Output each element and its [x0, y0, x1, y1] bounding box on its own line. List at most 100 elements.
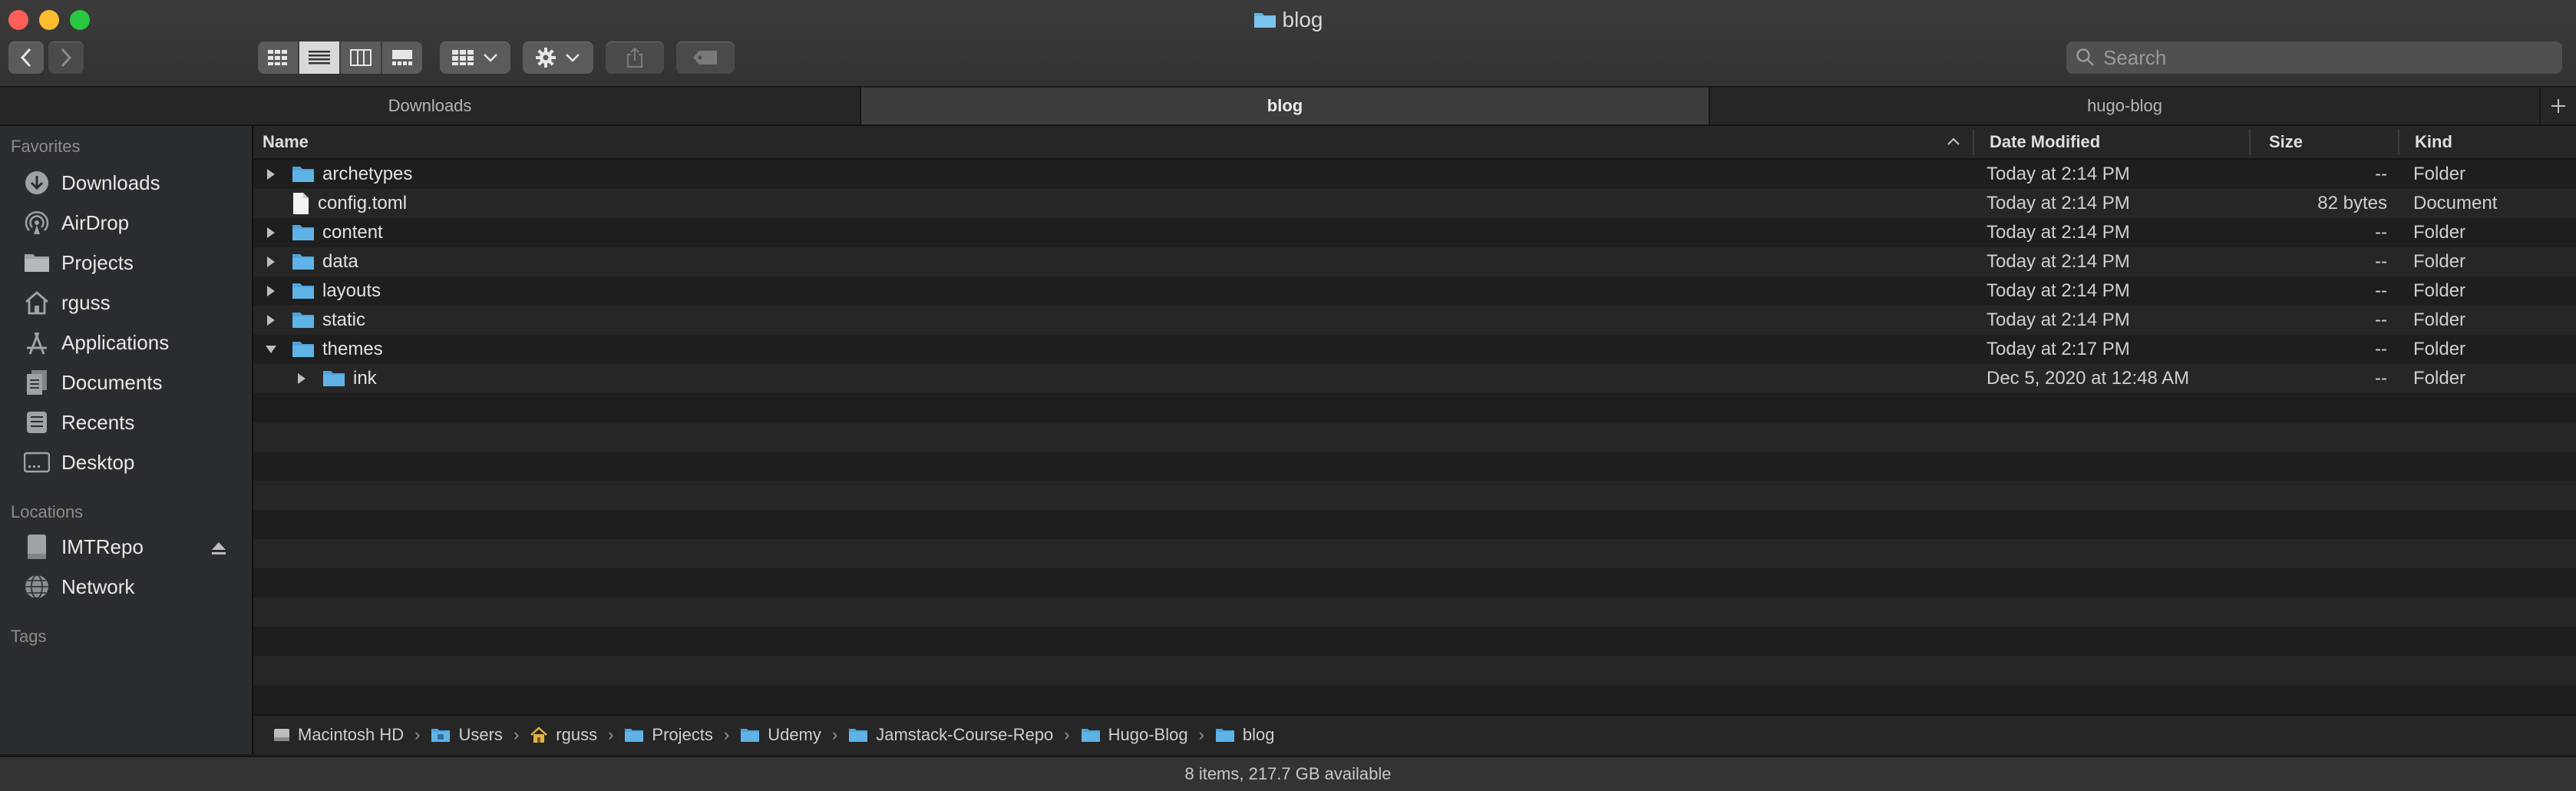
documents-icon — [23, 369, 51, 396]
file-row[interactable]: data Today at 2:14 PM -- Folder — [253, 247, 2576, 276]
downloads-icon — [23, 169, 51, 197]
sidebar-item-documents[interactable]: Documents — [23, 366, 163, 399]
search-placeholder: Search — [2103, 45, 2167, 69]
group-by-button[interactable] — [440, 41, 510, 74]
sidebar-item-label: Projects — [61, 250, 134, 274]
path-item-label: Macintosh HD — [298, 725, 405, 744]
kind-cell: Document — [2413, 193, 2498, 213]
column-divider[interactable] — [2398, 129, 2399, 155]
size-cell: -- — [2375, 280, 2387, 301]
column-date-header[interactable]: Date Modified — [1990, 126, 2100, 158]
file-name: static — [322, 309, 366, 330]
disclosure-triangle-collapsed-icon[interactable] — [263, 226, 279, 240]
path-separator-icon: › — [1064, 725, 1070, 744]
file-name-cell[interactable]: layouts — [263, 276, 381, 306]
eject-icon[interactable] — [210, 541, 227, 560]
title-bar: blog Search — [0, 0, 2576, 88]
tags-header: Tags — [11, 627, 47, 646]
file-row[interactable]: static Today at 2:14 PM -- Folder — [253, 306, 2576, 335]
tab-hugo-blog[interactable]: hugo-blog — [1710, 88, 2541, 124]
disclosure-triangle-expanded-icon[interactable] — [263, 344, 279, 355]
file-row[interactable]: content Today at 2:14 PM -- Folder — [253, 218, 2576, 247]
folder-icon — [322, 369, 345, 388]
file-name-cell[interactable]: themes — [263, 335, 383, 364]
date-modified-cell: Today at 2:14 PM — [1986, 280, 2130, 301]
disclosure-triangle-collapsed-icon[interactable] — [293, 372, 310, 386]
disclosure-triangle-collapsed-icon[interactable] — [263, 255, 279, 269]
sidebar-item-network[interactable]: Network — [23, 570, 134, 604]
path-separator-icon: › — [831, 725, 838, 744]
file-name-cell[interactable]: archetypes — [263, 160, 412, 189]
folder-icon — [1081, 727, 1101, 743]
sidebar-item-desktop[interactable]: Desktop — [23, 445, 134, 479]
forward-button[interactable] — [48, 41, 84, 74]
folder-icon — [848, 727, 868, 743]
share-button[interactable] — [606, 41, 664, 74]
disclosure-triangle-collapsed-icon[interactable] — [263, 313, 279, 327]
column-name-header[interactable]: Name — [263, 126, 309, 158]
sidebar-item-imtrepo[interactable]: IMTRepo — [23, 530, 144, 564]
path-item[interactable]: Jamstack-Course-Repo — [848, 725, 1053, 745]
size-cell: -- — [2375, 368, 2387, 389]
back-button[interactable] — [8, 41, 44, 74]
file-row[interactable]: themes Today at 2:17 PM -- Folder — [253, 335, 2576, 364]
path-item[interactable]: Macintosh HD — [273, 725, 404, 745]
file-name-cell[interactable]: static — [263, 306, 365, 335]
kind-cell: Folder — [2413, 280, 2466, 301]
path-item[interactable]: Udemy — [740, 725, 821, 745]
file-name-cell[interactable]: data — [263, 247, 358, 276]
gallery-view-button[interactable] — [382, 41, 422, 74]
path-item[interactable]: Hugo-Blog — [1081, 725, 1188, 745]
disclosure-triangle-collapsed-icon[interactable] — [263, 284, 279, 298]
path-item[interactable]: blog — [1215, 725, 1275, 745]
column-view-button[interactable] — [341, 41, 382, 74]
path-item[interactable]: Projects — [624, 725, 713, 745]
file-name-cell[interactable]: config.toml — [263, 189, 407, 218]
sort-ascending-icon — [1947, 126, 1960, 158]
sidebar-item-downloads[interactable]: Downloads — [23, 166, 160, 200]
folder-icon — [292, 165, 315, 184]
column-divider[interactable] — [2249, 129, 2251, 155]
column-size-header[interactable]: Size — [2269, 126, 2303, 158]
icon-view-button[interactable] — [258, 41, 299, 74]
list-view-button[interactable] — [299, 41, 341, 74]
date-modified-cell: Dec 5, 2020 at 12:48 AM — [1986, 368, 2190, 389]
file-name-cell[interactable]: ink — [293, 364, 377, 393]
size-cell: -- — [2375, 251, 2387, 272]
file-name: themes — [322, 339, 383, 359]
path-item[interactable]: rguss — [530, 725, 597, 745]
path-item-label: Hugo-Blog — [1108, 725, 1188, 744]
kind-cell: Folder — [2413, 339, 2466, 359]
folder-icon — [292, 253, 315, 271]
tag-button[interactable] — [676, 41, 735, 74]
file-rows: archetypes Today at 2:14 PM -- Folder config… — [253, 160, 2576, 720]
column-divider[interactable] — [1973, 129, 1974, 155]
tab-downloads[interactable]: Downloads — [0, 88, 861, 124]
file-row[interactable]: config.toml Today at 2:14 PM 82 bytes Docum… — [253, 189, 2576, 218]
share-icon — [626, 47, 643, 68]
path-item[interactable]: Users — [431, 725, 503, 745]
gear-icon — [536, 48, 556, 68]
size-cell: -- — [2375, 309, 2387, 330]
tab-blog[interactable]: blog — [861, 88, 1710, 124]
sidebar-item-projects[interactable]: Projects — [23, 246, 134, 280]
sidebar-item-airdrop[interactable]: AirDrop — [23, 206, 129, 240]
sidebar-item-recents[interactable]: Recents — [23, 405, 134, 439]
file-name-cell[interactable]: content — [263, 218, 383, 247]
new-tab-button[interactable] — [2539, 88, 2576, 124]
action-button[interactable] — [523, 41, 593, 74]
file-row[interactable]: ink Dec 5, 2020 at 12:48 AM -- Folder — [253, 364, 2576, 393]
file-row[interactable]: layouts Today at 2:14 PM -- Folder — [253, 276, 2576, 306]
gallery-icon — [392, 50, 412, 65]
path-separator-icon: › — [1198, 725, 1204, 744]
column-kind-header[interactable]: Kind — [2415, 126, 2452, 158]
desktop-icon — [23, 448, 51, 476]
kind-cell: Folder — [2413, 164, 2466, 184]
sidebar-item-rguss[interactable]: rguss — [23, 286, 111, 319]
favorites-header: Favorites — [11, 137, 81, 156]
path-separator-icon: › — [414, 725, 421, 744]
search-input[interactable]: Search — [2066, 41, 2562, 74]
file-row[interactable]: archetypes Today at 2:14 PM -- Folder — [253, 160, 2576, 189]
disclosure-triangle-collapsed-icon[interactable] — [263, 167, 279, 181]
sidebar-item-applications[interactable]: Applications — [23, 326, 169, 359]
